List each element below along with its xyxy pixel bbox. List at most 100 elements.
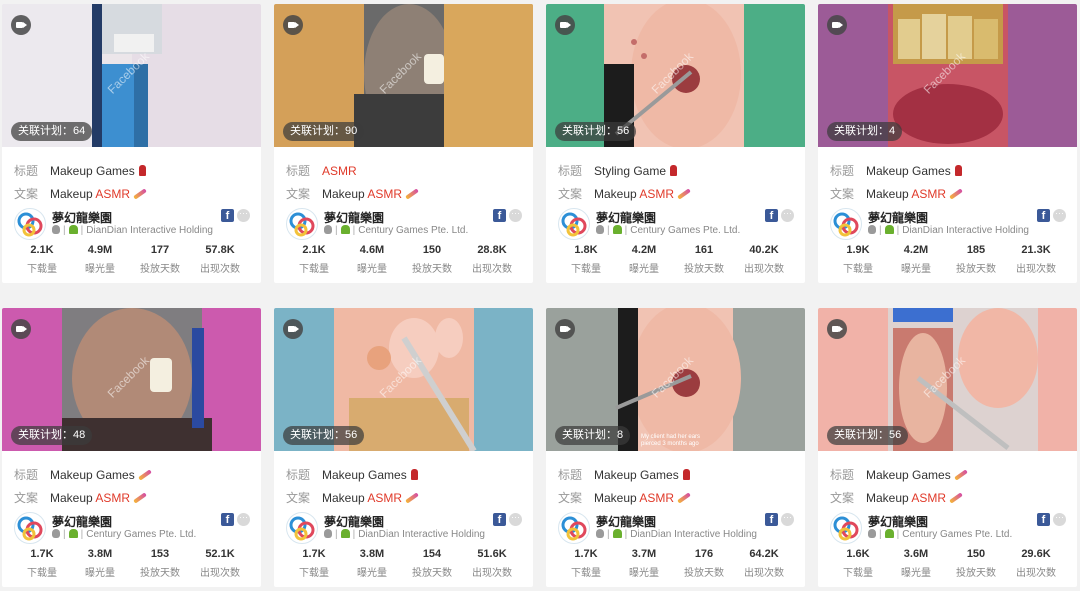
app-name[interactable]: 夢幻龍樂園	[868, 209, 928, 226]
copy-highlight: ASMR	[367, 491, 403, 505]
facebook-icon[interactable]: f	[1037, 209, 1050, 222]
pen-icon	[949, 492, 963, 504]
stat-downloads: 2.1K 下载量	[27, 244, 57, 275]
stat-impressions: 3.8M 曝光量	[357, 548, 387, 579]
copy-highlight: ASMR	[95, 491, 131, 505]
title-key: 标题	[286, 164, 311, 178]
copy-prefix: Makeup	[322, 491, 368, 505]
copy-prefix: Makeup	[322, 187, 368, 201]
platform-publisher: | | Century Games Pte. Ltd.	[596, 225, 740, 236]
ad-thumbnail[interactable]: Facebook 关联计划：48	[2, 308, 261, 451]
pen-icon	[677, 188, 691, 200]
app-name[interactable]: 夢幻龍樂園	[324, 513, 384, 530]
platform-publisher: | | Century Games Pte. Ltd.	[324, 225, 468, 236]
title-key: 标题	[558, 164, 583, 178]
ad-thumbnail[interactable]: Facebook 关联计划：8 My client had her ears pie…	[546, 308, 805, 451]
copy-key: 文案	[286, 491, 311, 505]
android-icon	[68, 225, 78, 234]
stat-days: 153 投放天数	[140, 548, 180, 579]
publisher-name: DianDian Interactive Holding	[86, 225, 213, 236]
publisher-name: Century Games Pte. Ltd.	[902, 529, 1013, 540]
facebook-icon[interactable]: f	[493, 209, 506, 222]
more-icon[interactable]: ···	[509, 209, 522, 222]
publisher-name: Century Games Pte. Ltd.	[630, 225, 741, 236]
ad-thumbnail[interactable]: Facebook 关联计划：90	[274, 4, 533, 147]
copy-prefix: Makeup	[594, 491, 640, 505]
title-row: 标题 Makeup Games	[830, 466, 968, 483]
more-icon[interactable]: ···	[781, 209, 794, 222]
ad-card[interactable]: Facebook 关联计划：56 标题 Styling Game 文案 Makeup AS…	[546, 4, 805, 283]
ad-card[interactable]: Facebook 关联计划：48 标题 Makeup Games 文案 Makeup AS…	[2, 308, 261, 587]
facebook-icon[interactable]: f	[765, 513, 778, 526]
app-name[interactable]: 夢幻龍樂園	[868, 513, 928, 530]
title-row: 标题 Makeup Games	[14, 466, 152, 483]
app-avatar[interactable]	[286, 512, 318, 544]
app-avatar[interactable]	[830, 512, 862, 544]
publisher-name: DianDian Interactive Holding	[902, 225, 1029, 236]
ad-thumbnail[interactable]: Facebook 关联计划：4	[818, 4, 1077, 147]
stat-downloads: 1.7K 下载量	[571, 548, 601, 579]
title-row: 标题 Makeup Games	[830, 162, 962, 179]
more-icon[interactable]: ···	[1053, 209, 1066, 222]
video-icon	[555, 319, 575, 339]
ad-card[interactable]: Facebook 关联计划：4 标题 Makeup Games 文案 Makeup ASM…	[818, 4, 1077, 283]
more-icon[interactable]: ···	[237, 209, 250, 222]
ad-card[interactable]: Facebook 关联计划：56 标题 Makeup Games 文案 Makeup AS…	[818, 308, 1077, 587]
ad-card[interactable]: Facebook 关联计划：8 My client had her ears pie…	[546, 308, 805, 587]
app-avatar[interactable]	[286, 208, 318, 240]
copy-row: 文案 Makeup ASMR	[558, 489, 691, 506]
ad-card[interactable]: Facebook 关联计划：64 标题 Makeup Games 文案 Makeup AS…	[2, 4, 261, 283]
more-icon[interactable]: ···	[509, 513, 522, 526]
app-name[interactable]: 夢幻龍樂園	[52, 513, 112, 530]
copy-key: 文案	[830, 187, 855, 201]
app-avatar[interactable]	[14, 512, 46, 544]
ad-thumbnail[interactable]: Facebook 关联计划：56	[546, 4, 805, 147]
app-avatar[interactable]	[14, 208, 46, 240]
ad-card[interactable]: Facebook 关联计划：56 标题 Makeup Games 文案 Makeup AS…	[274, 308, 533, 587]
android-icon	[884, 225, 894, 234]
video-icon	[283, 15, 303, 35]
thumbnail-caption: My client had her ears pierced 3 months …	[641, 434, 701, 447]
ad-thumbnail[interactable]: Facebook 关联计划：56	[274, 308, 533, 451]
ad-title: Makeup Games	[866, 164, 951, 178]
ad-thumbnail[interactable]: Facebook 关联计划：64	[2, 4, 261, 147]
publisher-name: DianDian Interactive Holding	[630, 529, 757, 540]
app-name[interactable]: 夢幻龍樂園	[596, 209, 656, 226]
stat-days: 176 投放天数	[684, 548, 724, 579]
ad-title: Makeup Games	[594, 468, 679, 482]
stat-appearances: 29.6K 出现次数	[1016, 548, 1056, 579]
facebook-icon[interactable]: f	[765, 209, 778, 222]
facebook-icon[interactable]: f	[221, 513, 234, 526]
android-icon	[68, 529, 78, 538]
facebook-icon[interactable]: f	[1037, 513, 1050, 526]
copy-highlight: ASMR	[367, 187, 403, 201]
apple-icon	[324, 225, 332, 234]
stat-impressions: 3.7M 曝光量	[629, 548, 659, 579]
related-plan-badge: 关联计划：4	[827, 122, 903, 141]
more-icon[interactable]: ···	[1053, 513, 1066, 526]
facebook-icon[interactable]: f	[493, 513, 506, 526]
copy-key: 文案	[286, 187, 311, 201]
app-avatar[interactable]	[830, 208, 862, 240]
title-key: 标题	[286, 468, 311, 482]
facebook-icon[interactable]: f	[221, 209, 234, 222]
related-plan-badge: 关联计划：56	[283, 426, 365, 445]
copy-highlight: ASMR	[911, 187, 947, 201]
stat-impressions: 4.2M 曝光量	[629, 244, 659, 275]
app-avatar[interactable]	[558, 512, 590, 544]
app-name[interactable]: 夢幻龍樂園	[52, 209, 112, 226]
ad-thumbnail[interactable]: Facebook 关联计划：56	[818, 308, 1077, 451]
ad-card[interactable]: Facebook 关联计划：90 标题 ASMR 文案 Makeup ASMR 夢幻龍樂園 |…	[274, 4, 533, 283]
app-name[interactable]: 夢幻龍樂園	[596, 513, 656, 530]
app-name[interactable]: 夢幻龍樂園	[324, 209, 384, 226]
apple-icon	[868, 225, 876, 234]
title-key: 标题	[14, 468, 39, 482]
more-icon[interactable]: ···	[781, 513, 794, 526]
apple-icon	[596, 225, 604, 234]
apple-icon	[868, 529, 876, 538]
stat-appearances: 64.2K 出现次数	[744, 548, 784, 579]
more-icon[interactable]: ···	[237, 513, 250, 526]
copy-row: 文案 Makeup ASMR	[14, 489, 147, 506]
copy-highlight: ASMR	[911, 491, 947, 505]
app-avatar[interactable]	[558, 208, 590, 240]
